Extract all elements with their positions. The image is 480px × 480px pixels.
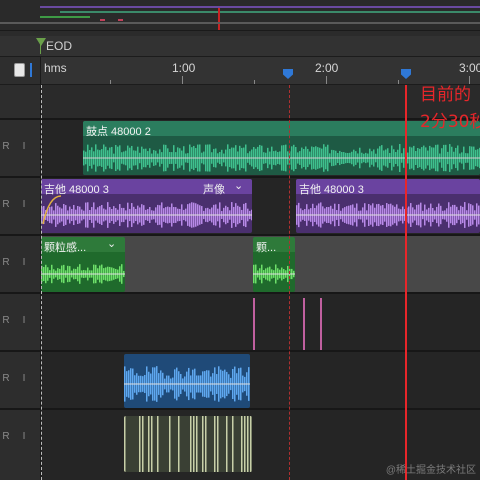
waveform-bar <box>202 416 204 472</box>
waveform-bar <box>124 416 126 472</box>
track-lane-sparse[interactable] <box>41 294 480 350</box>
track-lane-guitar[interactable]: 吉他 48000 3 声像 ⌄ 吉他 48000 3 <box>41 178 480 234</box>
waveform-bar <box>196 416 198 472</box>
time-ruler[interactable]: hms 1:00 2:00 3:00 <box>0 57 480 85</box>
waveform-bar <box>217 416 219 472</box>
clip-guitar-1[interactable]: 吉他 48000 3 声像 ⌄ <box>41 179 252 233</box>
clip-sliver[interactable] <box>320 298 322 350</box>
overview-scrollbar[interactable] <box>0 22 480 24</box>
track-read-button[interactable]: R <box>0 140 12 154</box>
track-header-drums: R I <box>0 120 41 176</box>
waveform-bar <box>157 416 159 472</box>
overview-strip[interactable] <box>0 0 480 31</box>
waveform-bar <box>142 416 144 472</box>
clip-waveform <box>124 366 250 402</box>
ruler-tick <box>326 76 327 84</box>
waveform-bar <box>226 416 228 472</box>
track-read-button[interactable]: R <box>0 314 12 328</box>
track-input-button[interactable]: I <box>18 256 30 270</box>
overview-mark <box>100 19 105 21</box>
ruler-unit: hms <box>44 61 67 75</box>
clip-grain-1[interactable]: 颗粒感... ⌄ <box>41 237 125 292</box>
waveform-bar <box>232 416 234 472</box>
track-read-button[interactable]: R <box>0 198 12 212</box>
track-header-olive: R I <box>0 410 41 480</box>
track-header-blue: R I <box>0 352 41 408</box>
track-input-button[interactable]: I <box>18 314 30 328</box>
track-area[interactable]: R I 鼓点 48000 2 R I 吉他 48000 3 声像 ⌄ 吉他 48… <box>0 85 480 480</box>
track-read-button[interactable]: R <box>0 430 12 444</box>
cursor-tool-icon[interactable] <box>30 63 32 77</box>
marker-row: EOD <box>0 36 480 57</box>
clip-guitar-2[interactable]: 吉他 48000 3 <box>296 179 480 233</box>
track-lane-drums[interactable]: 鼓点 48000 2 <box>41 120 480 176</box>
waveform-bar <box>193 416 195 472</box>
waveform-bar <box>148 416 150 472</box>
ruler-tick-label: 3:00 <box>459 61 480 75</box>
loop-start-handle[interactable] <box>283 69 293 79</box>
waveform-bar <box>151 416 153 472</box>
track-read-button[interactable]: R <box>0 372 12 386</box>
track-header-guitar: R I <box>0 178 41 234</box>
track-input-button[interactable]: I <box>18 198 30 212</box>
track-input-button[interactable]: I <box>18 430 30 444</box>
waveform-bar <box>241 416 243 472</box>
playhead-line <box>405 85 407 480</box>
clip-waveform <box>296 202 480 228</box>
waveform-bar <box>244 416 246 472</box>
marker-line <box>40 38 41 54</box>
overview-lane-2 <box>60 11 480 13</box>
track-read-button[interactable]: R <box>0 256 12 270</box>
start-line <box>41 85 42 480</box>
ruler-header <box>0 57 41 84</box>
track-header <box>0 85 41 118</box>
track-input-button[interactable]: I <box>18 140 30 154</box>
chevron-down-icon[interactable]: ⌄ <box>234 179 243 192</box>
waveform-bar <box>250 416 252 472</box>
track-lane-blue[interactable] <box>41 352 480 408</box>
track-header-sparse: R I <box>0 294 41 350</box>
marker-label[interactable]: EOD <box>46 39 72 53</box>
waveform-bar <box>190 416 192 472</box>
annotation-line-2: 2分30秒 <box>420 112 480 132</box>
clip-sliver[interactable] <box>253 298 255 350</box>
ruler-tick <box>110 80 111 84</box>
track-header-grain: R I <box>0 236 41 292</box>
ruler-tick-label: 2:00 <box>315 61 339 75</box>
ruler-tick <box>398 80 399 84</box>
track-input-button[interactable]: I <box>18 372 30 386</box>
clip-waveform <box>124 416 252 472</box>
playhead-handle[interactable] <box>401 69 411 79</box>
waveform-bar <box>214 416 216 472</box>
clip-waveform <box>41 195 252 228</box>
clip-olive[interactable] <box>124 416 252 472</box>
chevron-down-icon[interactable]: ⌄ <box>107 237 116 250</box>
overview-lane-1 <box>40 6 480 8</box>
ruler-tick <box>182 76 183 84</box>
annotation-line-1: 目前的 <box>420 85 471 105</box>
snap-icon[interactable] <box>14 63 25 77</box>
waveform-bar <box>247 416 249 472</box>
overview-lane-3 <box>40 16 90 18</box>
clip-waveform <box>41 264 125 284</box>
ruler-tick <box>254 80 255 84</box>
ruler-tick-label: 1:00 <box>172 61 196 75</box>
waveform-bar <box>205 416 207 472</box>
waveform-bar <box>139 416 141 472</box>
overview-mark <box>118 19 123 21</box>
track-lane-grain[interactable]: 颗粒感... ⌄ 颗... <box>41 236 480 292</box>
waveform-bar <box>178 416 180 472</box>
track-lane-empty[interactable] <box>41 85 480 118</box>
marker-flag-icon[interactable] <box>36 38 46 46</box>
clip-waveform <box>83 136 480 175</box>
overview-playhead <box>218 8 220 30</box>
watermark: @稀土掘金技术社区 <box>385 465 476 476</box>
waveform-bar <box>169 416 171 472</box>
clip-sliver[interactable] <box>303 298 305 350</box>
clip-blue[interactable] <box>124 354 250 408</box>
loop-start-line <box>289 85 290 480</box>
